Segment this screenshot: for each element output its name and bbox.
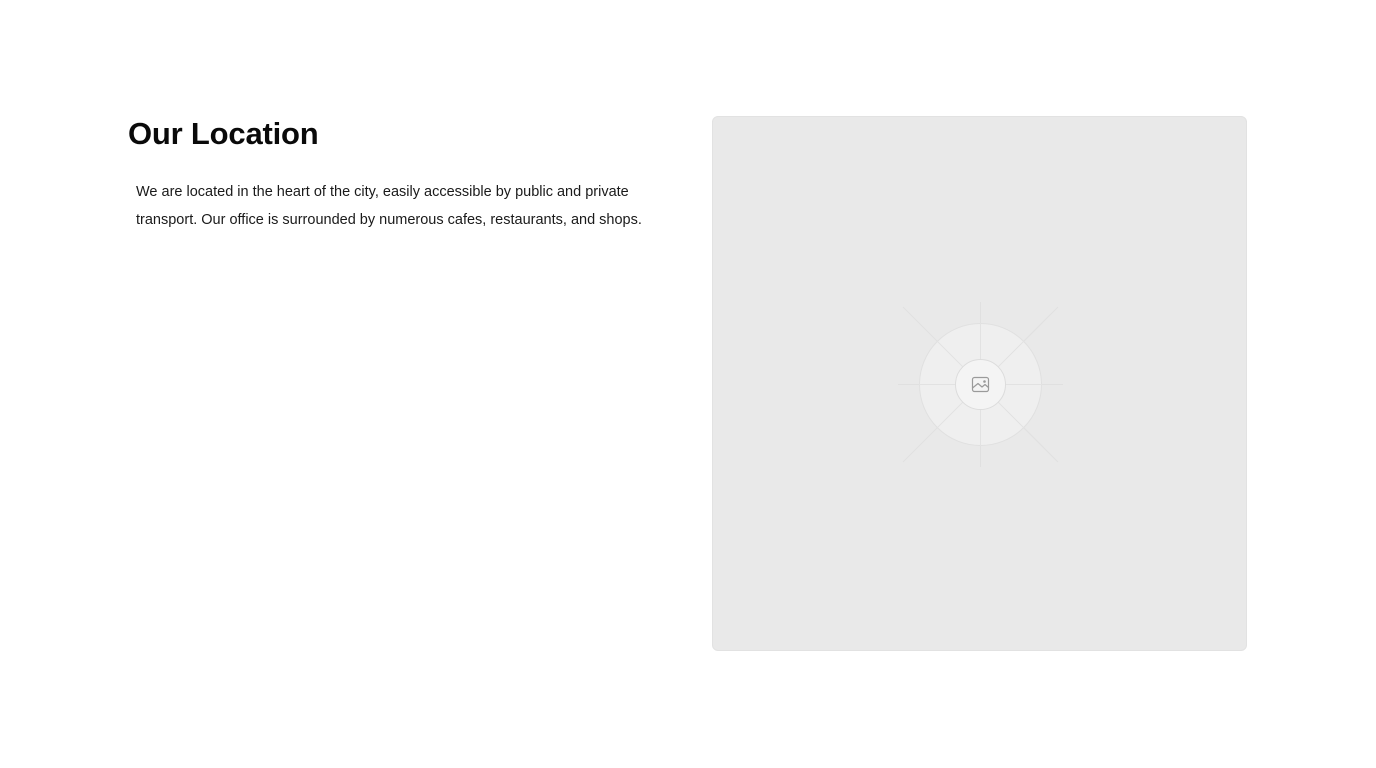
location-image-placeholder xyxy=(712,116,1247,651)
location-description: We are located in the heart of the city,… xyxy=(136,184,642,228)
placeholder-inner-circle xyxy=(955,359,1006,410)
page-title: Our Location xyxy=(128,116,319,151)
image-placeholder-graphic xyxy=(898,302,1063,467)
location-text-column: Our Location We are located in the heart… xyxy=(128,112,656,234)
location-section: Our Location We are located in the heart… xyxy=(0,0,1376,768)
